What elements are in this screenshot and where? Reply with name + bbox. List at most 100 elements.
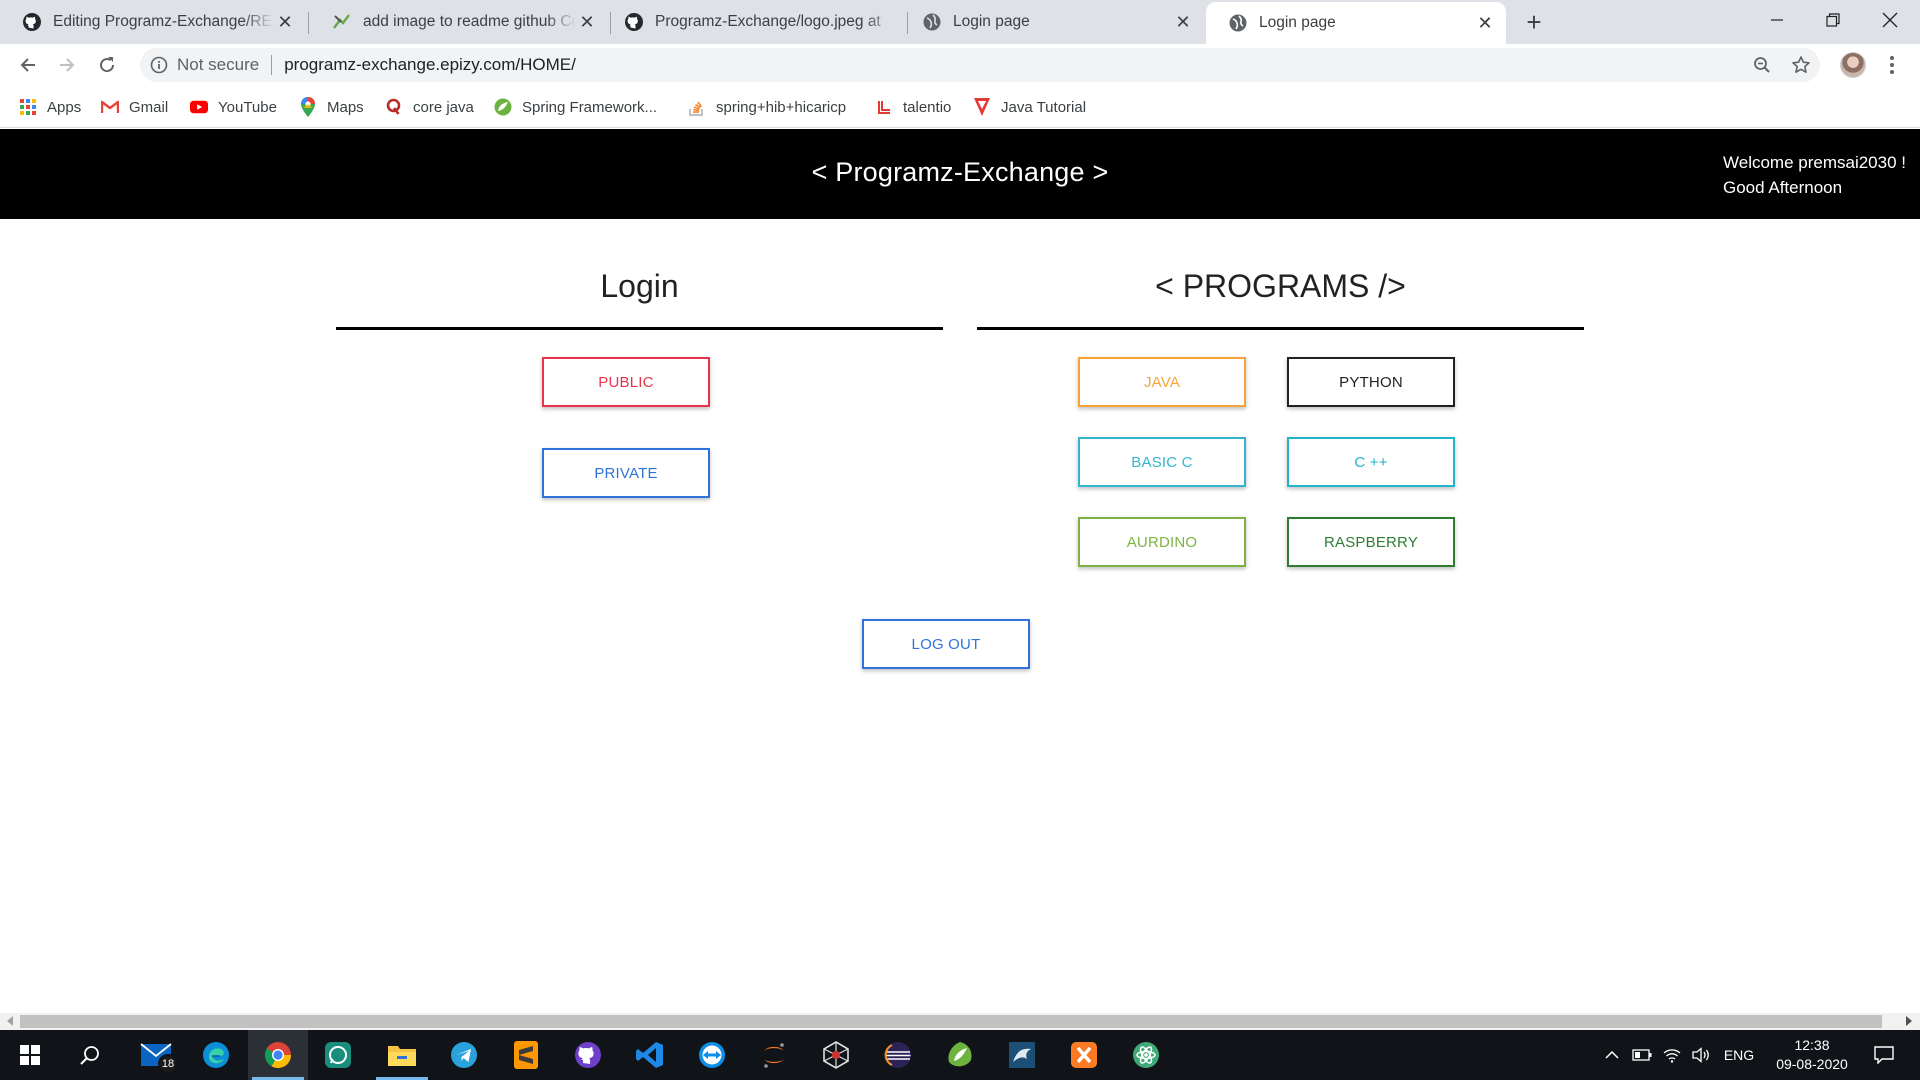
wifi-icon[interactable] [1658, 1030, 1686, 1080]
logout-button[interactable]: LOG OUT [862, 619, 1030, 669]
greeting-text: Good Afternoon [1723, 178, 1843, 197]
close-icon[interactable]: ✕ [1172, 12, 1194, 33]
browser-tab-1[interactable]: Editing Programz-Exchange/README.md ✕ [0, 0, 306, 44]
address-bar-separator [271, 55, 273, 75]
browser-toolbar: Not secure programz-exchange.epizy.com/H… [0, 44, 1920, 86]
close-icon[interactable]: ✕ [274, 12, 296, 33]
bookmark-talentio[interactable]: talentio [875, 96, 951, 118]
battery-icon[interactable] [1628, 1030, 1656, 1080]
close-window-button[interactable] [1862, 0, 1918, 40]
bookmark-label: Java Tutorial [1001, 98, 1087, 116]
chrome-icon [264, 1042, 292, 1069]
grepper-icon [332, 12, 352, 32]
taskbar-xampp[interactable] [1054, 1030, 1114, 1080]
xampp-icon [1071, 1042, 1097, 1068]
bookmark-spring-hib-hicaricp[interactable]: spring+hib+hicaricp [688, 96, 846, 118]
scroll-left-arrow-icon[interactable] [7, 1016, 13, 1026]
taskbar-vscode[interactable] [620, 1030, 680, 1080]
taskbar-mysql-workbench[interactable] [992, 1030, 1052, 1080]
horizontal-scrollbar[interactable] [0, 1013, 1920, 1030]
bookmark-label: Gmail [129, 98, 169, 116]
jupyter-icon [764, 1043, 784, 1068]
security-label[interactable]: Not secure [177, 55, 259, 75]
bookmark-star-icon[interactable] [1787, 48, 1815, 82]
search-button[interactable] [60, 1030, 120, 1080]
back-button[interactable] [12, 49, 44, 81]
bookmark-spring-framework[interactable]: Spring Framework... [494, 96, 657, 118]
browser-tab-5-active[interactable]: Login page ✕ [1206, 2, 1506, 44]
start-button[interactable] [0, 1030, 60, 1080]
github-icon [22, 12, 42, 32]
bookmark-label: core java [413, 98, 474, 116]
forward-button[interactable] [51, 49, 83, 81]
taskbar-telegram[interactable] [434, 1030, 494, 1080]
spring-tools-icon [948, 1042, 972, 1067]
windows-taskbar: 18 ENG 12:38 09-08-2020 [0, 1030, 1920, 1080]
taskbar-teamviewer[interactable] [682, 1030, 742, 1080]
browser-tab-4[interactable]: Login page ✕ [900, 0, 1204, 44]
browser-tab-2[interactable]: add image to readme github Code ✕ [310, 0, 608, 44]
tab-title: add image to readme github Code [363, 13, 576, 30]
volume-icon[interactable] [1688, 1030, 1716, 1080]
browser-menu-icon[interactable] [1882, 52, 1902, 78]
browser-tab-strip: Editing Programz-Exchange/README.md ✕ ad… [0, 0, 1920, 44]
taskbar-eclipse[interactable] [868, 1030, 928, 1080]
taskbar-clock[interactable]: 12:38 09-08-2020 [1752, 1036, 1872, 1074]
raspberry-button[interactable]: RASPBERRY [1287, 517, 1455, 567]
taskbar-sublime-text[interactable] [496, 1030, 556, 1080]
new-tab-button[interactable]: + [1520, 8, 1548, 36]
bookmark-core-java[interactable]: core java [385, 96, 474, 118]
apps-grid-icon [19, 98, 37, 116]
login-heading: Login [600, 268, 679, 304]
taskbar-whatsapp[interactable] [308, 1030, 368, 1080]
scroll-right-arrow-icon[interactable] [1906, 1016, 1912, 1026]
search-icon [80, 1046, 99, 1065]
info-icon[interactable] [150, 56, 168, 74]
globe-icon [1228, 13, 1248, 33]
restore-button[interactable] [1805, 0, 1861, 40]
taskbar-edge[interactable] [186, 1030, 246, 1080]
java-button[interactable]: JAVA [1078, 357, 1246, 407]
notifications-icon[interactable] [1864, 1030, 1904, 1080]
arrow-left-icon [20, 58, 35, 72]
taskbar-atom[interactable] [1116, 1030, 1176, 1080]
file-explorer-icon [388, 1046, 416, 1066]
bookmark-label: Spring Framework... [522, 98, 658, 116]
taskbar-mail[interactable]: 18 [126, 1030, 186, 1080]
mysql-workbench-icon [1009, 1042, 1035, 1068]
taskbar-spring-tools[interactable] [930, 1030, 990, 1080]
private-button[interactable]: PRIVATE [542, 448, 710, 498]
browser-tab-3[interactable]: Programz-Exchange/logo.jpeg at [602, 0, 908, 44]
taskbar-jupyter[interactable] [744, 1030, 804, 1080]
tray-overflow-chevron-icon[interactable] [1600, 1030, 1624, 1080]
welcome-user-text: Welcome premsai2030 ! [1723, 153, 1906, 172]
welcome-message: Welcome premsai2030 ! Good Afternoon [1723, 150, 1906, 200]
bookmark-java-tutorial[interactable]: Java Tutorial [973, 96, 1086, 118]
taskbar-github-desktop[interactable] [558, 1030, 618, 1080]
url-text[interactable]: programz-exchange.epizy.com/HOME/ [284, 55, 576, 75]
reload-button[interactable] [91, 49, 123, 81]
address-bar[interactable]: Not secure programz-exchange.epizy.com/H… [140, 48, 1820, 82]
aurdino-button[interactable]: AURDINO [1078, 517, 1246, 567]
bookmark-youtube[interactable]: YouTube [190, 96, 277, 118]
zoom-icon[interactable] [1748, 48, 1776, 82]
minimize-button[interactable] [1749, 0, 1805, 40]
spider-icon [823, 1041, 849, 1069]
profile-avatar[interactable] [1840, 52, 1866, 78]
python-button[interactable]: PYTHON [1287, 357, 1455, 407]
taskbar-chrome[interactable] [248, 1030, 308, 1080]
public-button[interactable]: PUBLIC [542, 357, 710, 407]
clock-date: 09-08-2020 [1776, 1056, 1848, 1072]
close-icon[interactable]: ✕ [1474, 13, 1496, 34]
close-icon[interactable]: ✕ [576, 12, 598, 33]
bookmark-gmail[interactable]: Gmail [101, 96, 168, 118]
gmail-icon [101, 98, 119, 116]
stackoverflow-icon [688, 98, 706, 116]
taskbar-file-explorer[interactable] [372, 1030, 432, 1080]
bookmark-maps[interactable]: Maps [299, 96, 364, 118]
basic-c-button[interactable]: BASIC C [1078, 437, 1246, 487]
bookmark-apps[interactable]: Apps [19, 96, 81, 118]
taskbar-spider-app[interactable] [806, 1030, 866, 1080]
scrollbar-thumb[interactable] [20, 1015, 1882, 1028]
cpp-button[interactable]: C ++ [1287, 437, 1455, 487]
